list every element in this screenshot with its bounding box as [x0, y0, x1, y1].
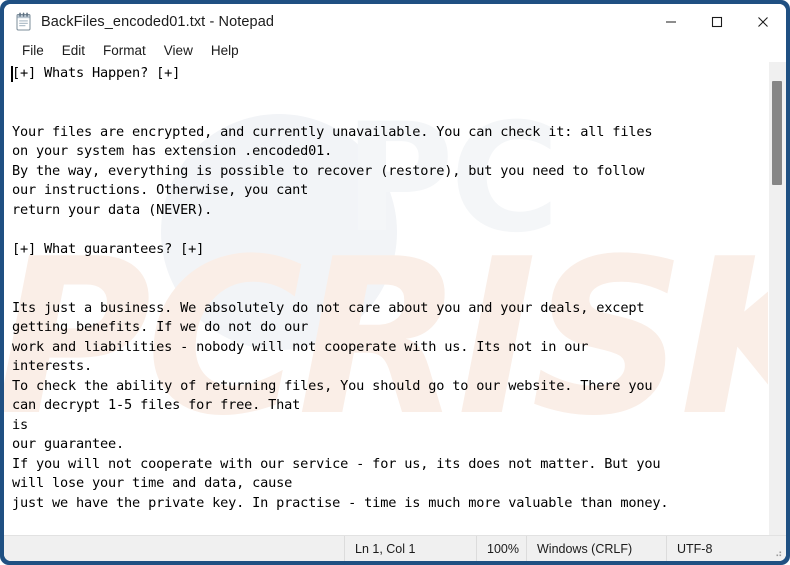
- menu-bar: File Edit Format View Help: [4, 39, 786, 62]
- minimize-button[interactable]: [648, 4, 694, 39]
- text-caret: [11, 66, 13, 82]
- title-bar-left: BackFiles_encoded01.txt - Notepad: [4, 12, 648, 31]
- resize-grip-icon[interactable]: [771, 546, 783, 558]
- window-client-area: BackFiles_encoded01.txt - Notepad File E…: [4, 4, 786, 561]
- close-button[interactable]: [740, 4, 786, 39]
- status-zoom[interactable]: 100%: [476, 536, 526, 561]
- maximize-button[interactable]: [694, 4, 740, 39]
- window-title: BackFiles_encoded01.txt - Notepad: [41, 13, 275, 30]
- menu-item-file[interactable]: File: [13, 41, 53, 60]
- menu-item-edit[interactable]: Edit: [53, 41, 94, 60]
- menu-item-view[interactable]: View: [155, 41, 202, 60]
- notepad-icon: [15, 12, 32, 31]
- status-encoding[interactable]: UTF-8: [666, 536, 786, 561]
- vertical-scrollbar[interactable]: [768, 62, 786, 535]
- notepad-window: BackFiles_encoded01.txt - Notepad File E…: [0, 0, 790, 565]
- status-line-column: Ln 1, Col 1: [344, 536, 476, 561]
- scrollbar-thumb[interactable]: [772, 80, 782, 185]
- status-line-ending[interactable]: Windows (CRLF): [526, 536, 666, 561]
- editor-area: PCRISK.COM PC [+] Whats Happen? [+] Your…: [4, 62, 786, 535]
- window-controls: [648, 4, 786, 39]
- title-bar[interactable]: BackFiles_encoded01.txt - Notepad: [4, 4, 786, 39]
- status-bar-spacer: [4, 536, 344, 561]
- menu-item-help[interactable]: Help: [202, 41, 248, 60]
- text-content[interactable]: [+] Whats Happen? [+] Your files are enc…: [4, 62, 768, 535]
- menu-item-format[interactable]: Format: [94, 41, 155, 60]
- status-bar: Ln 1, Col 1 100% Windows (CRLF) UTF-8: [4, 535, 786, 561]
